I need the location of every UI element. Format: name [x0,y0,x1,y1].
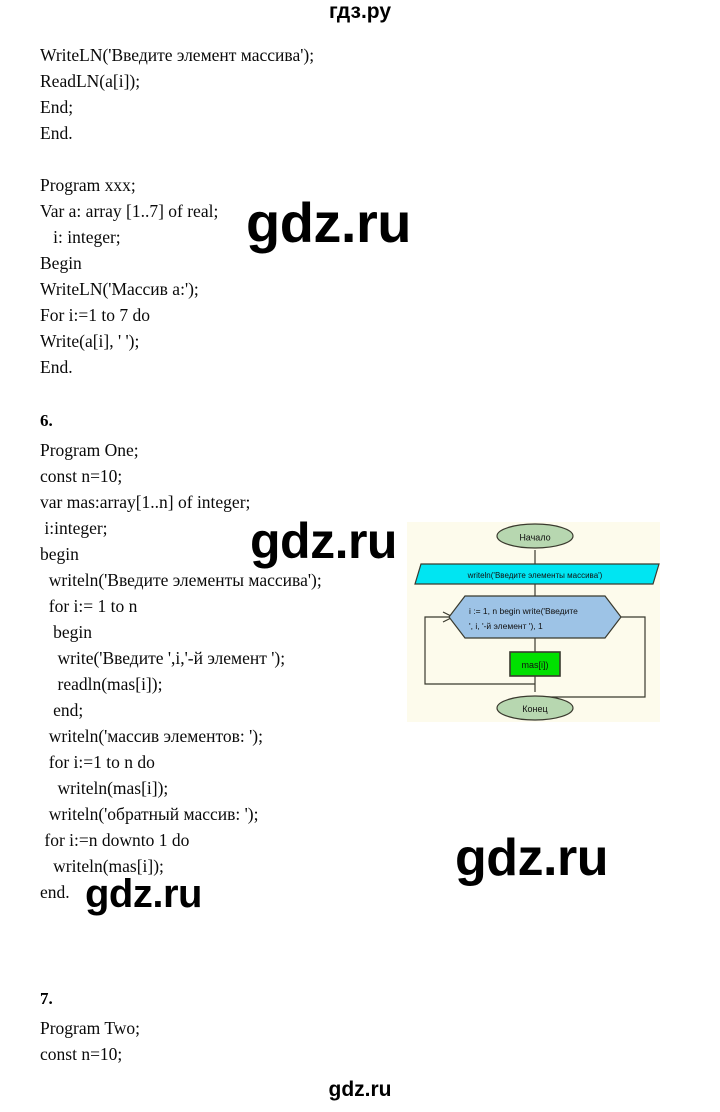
watermark-large-1: gdz.ru [246,191,411,254]
task-number-7: 7. [40,989,53,1008]
flowchart-node-loop: i := 1, n begin write('Введите ', i, '-й… [448,595,622,639]
watermark-large-3: gdz.ru [455,829,608,887]
flowchart-loop-label-line1: i := 1, n begin write('Введите [469,606,578,616]
code-block-program-one: Program One; const n=10; var mas:array[1… [40,440,322,902]
watermark-footer: gdz.ru [328,1078,392,1101]
flowchart-node-output: writeln('Введите элементы массива') [414,563,660,585]
flowchart-diagram: Начало writeln('Введите элементы массива… [407,522,660,722]
flowchart-process-label: mas[i]) [522,660,549,670]
flowchart-start-label: Начало [519,533,550,543]
code-block-program-xxx: Program xxx; Var a: array [1..7] of real… [40,175,219,377]
flowchart-node-process: mas[i]) [509,651,561,677]
flowchart-output-label: writeln('Введите элементы массива') [467,571,603,580]
flowchart-node-end: Конец [496,695,574,721]
task-number-6: 6. [40,411,53,430]
watermark-header: гдз.ру [328,0,392,23]
flowchart-loop-label-line2: ', i, '-й элемент '), 1 [469,621,543,631]
code-block-program-two: Program Two; const n=10; [40,1018,141,1064]
flowchart-node-start: Начало [496,523,574,549]
flowchart-end-label: Конец [522,704,547,714]
code-block-array-input: WriteLN('Введите элемент массива'); Read… [40,45,315,143]
